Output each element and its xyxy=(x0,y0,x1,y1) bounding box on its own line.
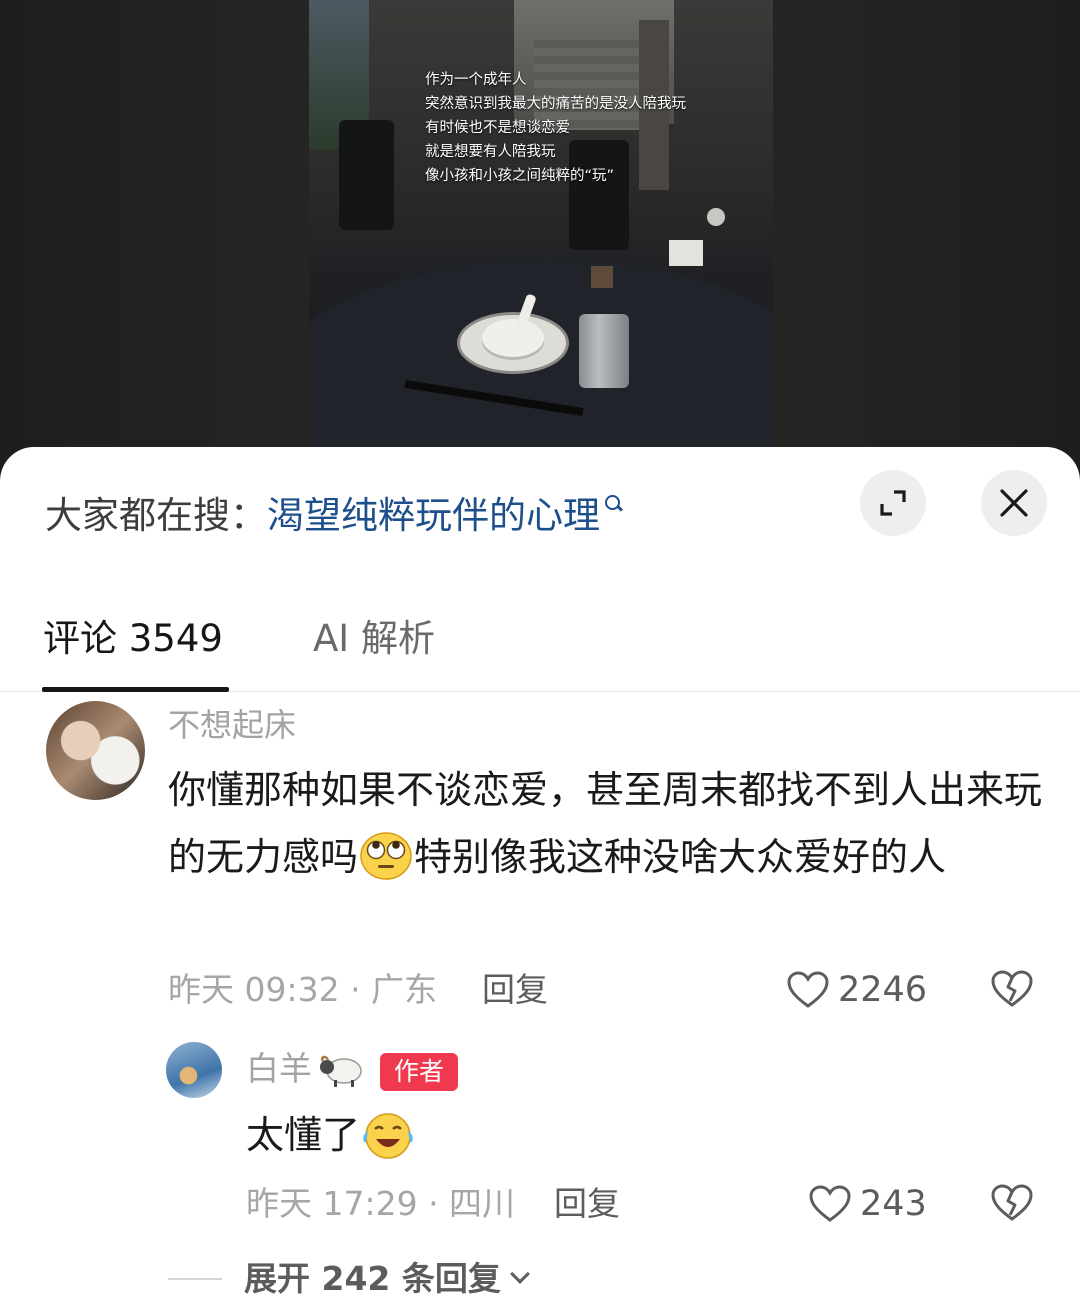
video-caption-line: 像小孩和小孩之间纯粹的“玩” xyxy=(425,168,615,184)
tab-ai-analysis[interactable]: AI 解析 xyxy=(313,615,435,663)
comment-text-part2: 特别像我这种没啥大众爱好的人 xyxy=(414,835,947,879)
expand-divider xyxy=(168,1278,222,1280)
broken-heart-icon xyxy=(991,1184,1033,1221)
expand-replies-button[interactable]: 展开 242 条回复 xyxy=(168,1257,530,1301)
reply-avatar[interactable] xyxy=(166,1042,222,1098)
flushed-eye-roll-emoji xyxy=(358,830,414,880)
like-button[interactable]: 2246 xyxy=(786,967,927,1013)
reply-text[interactable]: 太懂了 xyxy=(246,1109,416,1161)
video-scene-cup xyxy=(591,266,613,288)
comment-text[interactable]: 你懂那种如果不谈恋爱，甚至周末都找不到人出来玩的无力感吗 特别像我这种没啥大众爱… xyxy=(168,757,1048,891)
laughing-crying-emoji xyxy=(363,1113,413,1159)
video-scene-sign xyxy=(707,208,725,226)
reply-time-location: 昨天 17:29 · 四川 xyxy=(246,1184,516,1223)
video-caption: 作为一个成年人 突然意识到我最大的痛苦的是没人陪我玩 有时候也不是想谈恋爱 就是… xyxy=(425,68,686,188)
video-caption-line: 作为一个成年人 xyxy=(425,72,527,88)
reply-dislike-button[interactable] xyxy=(990,1183,1034,1227)
tab-bar: 评论 3549 AI 解析 xyxy=(0,607,1080,692)
close-button[interactable] xyxy=(981,470,1047,536)
video-scene-glass xyxy=(579,314,629,388)
expand-replies-label: 展开 242 条回复 xyxy=(244,1259,501,1298)
video-scene-napkin xyxy=(669,240,703,266)
search-icon[interactable] xyxy=(604,491,624,517)
search-term-link[interactable]: 渴望纯粹玩伴的心理 xyxy=(267,494,600,537)
expand-icon xyxy=(880,490,906,516)
video-caption-line: 突然意识到我最大的痛苦的是没人陪我玩 xyxy=(425,96,686,112)
like-count: 2246 xyxy=(838,970,928,1010)
comment-sheet: 大家都在搜：渴望纯粹玩伴的心理 评论 3549 AI 解析 不想起床 你懂那种如… xyxy=(0,447,1080,1306)
video-caption-line: 就是想要有人陪我玩 xyxy=(425,144,556,160)
reply-like-button[interactable]: 243 xyxy=(808,1181,927,1227)
dislike-button[interactable] xyxy=(990,969,1034,1013)
search-suggestion[interactable]: 大家都在搜：渴望纯粹玩伴的心理 xyxy=(45,491,624,541)
tab-comments[interactable]: 评论 3549 xyxy=(43,615,223,663)
author-badge: 作者 xyxy=(380,1053,458,1091)
avatar[interactable] xyxy=(46,701,145,800)
video-scene-chair xyxy=(339,120,394,230)
reply-text-content: 太懂了 xyxy=(246,1113,361,1157)
video-background[interactable]: 作为一个成年人 突然意识到我最大的痛苦的是没人陪我玩 有时候也不是想谈恋爱 就是… xyxy=(0,0,1080,470)
reply-reply-button[interactable]: 回复 xyxy=(554,1181,620,1227)
reply-button[interactable]: 回复 xyxy=(482,967,548,1013)
comment-username[interactable]: 不想起床 xyxy=(168,704,296,746)
tab-active-indicator xyxy=(42,687,229,692)
comment-time-location: 昨天 09:32 · 广东 xyxy=(168,970,438,1009)
reply-username-row[interactable]: 白羊 xyxy=(246,1047,368,1091)
heart-icon xyxy=(787,971,829,1008)
video-scene-plate xyxy=(457,312,569,374)
expand-button[interactable] xyxy=(860,470,926,536)
video-caption-line: 有时候也不是想谈恋爱 xyxy=(425,120,570,136)
heart-icon xyxy=(809,1185,851,1222)
search-prefix: 大家都在搜： xyxy=(45,494,267,537)
chevron-down-icon xyxy=(509,1264,530,1284)
close-icon xyxy=(1000,489,1028,517)
sheep-emoji-icon xyxy=(320,1055,362,1087)
reply-like-count: 243 xyxy=(860,1184,927,1224)
broken-heart-icon xyxy=(991,970,1033,1007)
reply-username: 白羊 xyxy=(246,1049,312,1088)
